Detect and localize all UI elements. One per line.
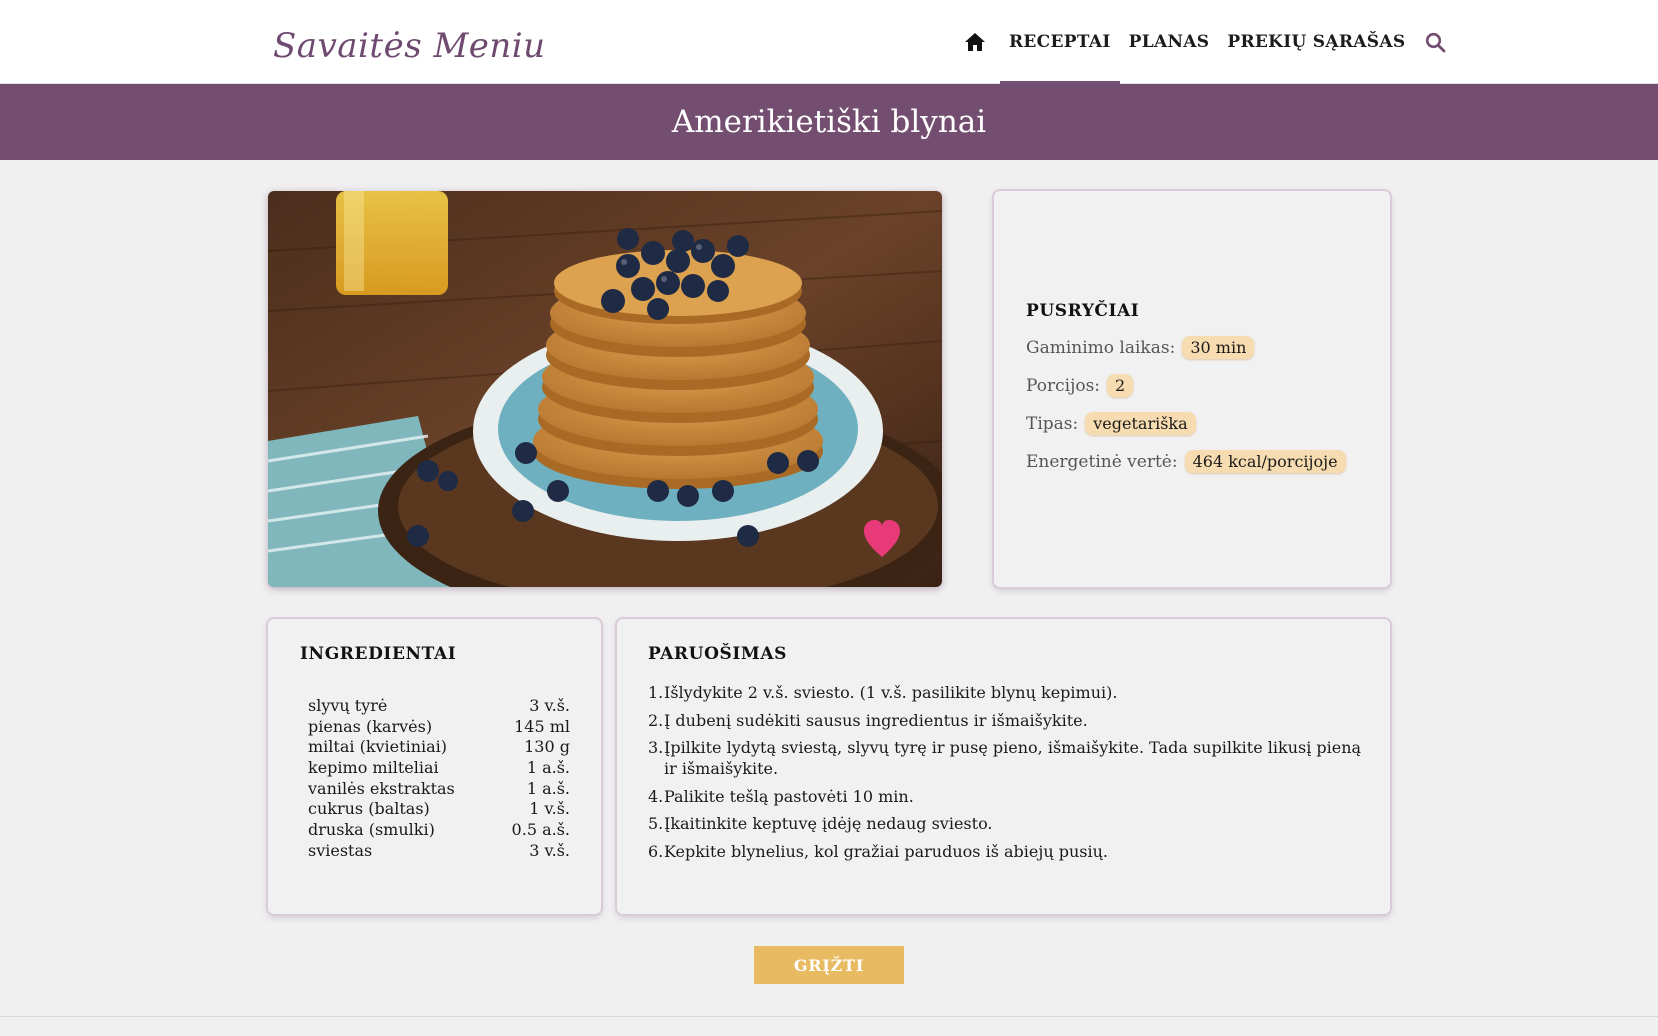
footer-divider xyxy=(0,1016,1658,1017)
ingredient-name: druska (smulki) xyxy=(308,820,435,840)
search-icon[interactable] xyxy=(1422,29,1448,55)
info-row-servings: Porcijos: 2 xyxy=(1026,373,1346,398)
step-number: 3. xyxy=(648,738,664,757)
ingredient-name: miltai (kvietiniai) xyxy=(308,737,448,757)
step-number: 1. xyxy=(648,683,664,702)
ingredient-name: slyvų tyrė xyxy=(308,696,388,715)
ingredients-heading: INGREDIENTAI xyxy=(300,644,457,664)
energy-badge: 464 kcal/porcijoje xyxy=(1184,450,1346,473)
step-text: Įpilkite lydytą sviestą, slyvų tyrę ir p… xyxy=(664,738,1362,778)
ingredient-row: druska (smulki) 0.5 a.š. xyxy=(308,820,570,841)
preparation-step: 6. Kepkite blynelius, kol gražiai paruduo… xyxy=(648,841,1368,862)
ingredient-amount: 3 v.š. xyxy=(529,696,570,715)
preparation-step: 2. Į dubenį sudėkiti sausus ingredientus … xyxy=(648,710,1368,731)
step-text: Kepkite blynelius, kol gražiai paruduos … xyxy=(664,841,1108,861)
main-nav: RECEPTAI PLANAS PREKIŲ SĄRAŠAS xyxy=(962,0,1448,84)
ingredient-row: miltai (kvietiniai) 130 g xyxy=(308,737,570,758)
back-button[interactable]: GRĮŽTI xyxy=(754,946,904,984)
cooking-time-badge: 30 min xyxy=(1182,336,1255,359)
info-row-type: Tipas: vegetariška xyxy=(1026,411,1346,436)
preparation-step: 5. Įkaitinkite keptuvę įdėję nedaug svies… xyxy=(648,813,1368,834)
info-label: Energetinė vertė: xyxy=(1026,451,1178,472)
ingredient-amount: 1 a.š. xyxy=(526,758,570,778)
preparation-card: PARUOŠIMAS 1. Išlydykite 2 v.š. sviesto. … xyxy=(617,619,1390,914)
servings-badge: 2 xyxy=(1107,374,1134,397)
ingredient-name: kepimo milteliai xyxy=(308,758,439,778)
ingredient-amount: 1 v.š. xyxy=(529,799,570,819)
step-text: Į dubenį sudėkiti sausus ingredientus ir… xyxy=(664,710,1088,730)
ingredient-amount: 0.5 a.š. xyxy=(511,820,570,840)
step-number: 4. xyxy=(648,786,664,806)
preparation-steps: 1. Išlydykite 2 v.š. sviesto. (1 v.š. pas… xyxy=(648,682,1368,868)
step-text: Išlydykite 2 v.š. sviesto. (1 v.š. pasil… xyxy=(664,683,1118,702)
info-row-cooking-time: Gaminimo laikas: 30 min xyxy=(1026,335,1346,360)
ingredients-list: slyvų tyrė 3 v.š. pienas (karvės) 145 ml m… xyxy=(308,696,570,862)
page-title: Amerikietiški blynai xyxy=(671,104,987,140)
nav-item-planas[interactable]: PLANAS xyxy=(1120,0,1219,84)
info-label: Tipas: xyxy=(1026,413,1079,434)
step-text: Įkaitinkite keptuvę įdėję nedaug sviesto… xyxy=(664,814,993,833)
ingredient-row: vanilės ekstraktas 1 a.š. xyxy=(308,779,570,800)
nav-item-prekiu-sarasas[interactable]: PREKIŲ SĄRAŠAS xyxy=(1218,0,1414,84)
recipe-image xyxy=(268,191,942,587)
ingredient-name: vanilės ekstraktas xyxy=(308,778,455,798)
ingredients-card: INGREDIENTAI slyvų tyrė 3 v.š. pienas (ka… xyxy=(268,619,601,914)
info-label: Gaminimo laikas: xyxy=(1026,337,1176,358)
ingredient-name: cukrus (baltas) xyxy=(308,799,430,819)
recipe-title-banner: Amerikietiški blynai xyxy=(0,84,1658,160)
ingredient-row: cukrus (baltas) 1 v.š. xyxy=(308,799,570,820)
step-number: 6. xyxy=(648,841,664,861)
info-row-energy: Energetinė vertė: 464 kcal/porcijoje xyxy=(1026,449,1346,474)
step-text: Palikite tešlą pastovėti 10 min. xyxy=(664,786,914,806)
step-number: 2. xyxy=(648,710,664,730)
recipe-info-card: PUSRYČIAI Gaminimo laikas: 30 min Porcij… xyxy=(994,191,1390,587)
ingredient-name: pienas (karvės) xyxy=(308,716,433,736)
recipe-category: PUSRYČIAI xyxy=(1026,301,1140,321)
nav-item-receptai[interactable]: RECEPTAI xyxy=(1000,0,1120,84)
top-navbar: Savaitės Meniu RECEPTAI PLANAS PREKIŲ SĄ… xyxy=(0,0,1658,84)
info-label: Porcijos: xyxy=(1026,375,1101,396)
ingredient-row: sviestas 3 v.š. xyxy=(308,841,570,862)
preparation-step: 1. Išlydykite 2 v.š. sviesto. (1 v.š. pas… xyxy=(648,682,1368,703)
ingredient-row: pienas (karvės) 145 ml xyxy=(308,717,570,738)
site-logo[interactable]: Savaitės Meniu xyxy=(273,26,546,66)
ingredient-row: kepimo milteliai 1 a.š. xyxy=(308,758,570,779)
ingredient-name: sviestas xyxy=(308,840,373,860)
step-number: 5. xyxy=(648,814,664,833)
preparation-heading: PARUOŠIMAS xyxy=(648,644,788,664)
ingredient-amount: 1 a.š. xyxy=(526,778,570,798)
type-badge: vegetariška xyxy=(1085,412,1196,435)
ingredient-amount: 145 ml xyxy=(514,716,570,736)
ingredient-amount: 130 g xyxy=(524,737,570,757)
ingredient-amount: 3 v.š. xyxy=(529,840,570,860)
ingredient-row: slyvų tyrė 3 v.š. xyxy=(308,696,570,717)
preparation-step: 4. Palikite tešlą pastovėti 10 min. xyxy=(648,786,1368,807)
preparation-step: 3. Įpilkite lydytą sviestą, slyvų tyrę ir… xyxy=(648,737,1368,779)
home-icon[interactable] xyxy=(962,29,988,55)
